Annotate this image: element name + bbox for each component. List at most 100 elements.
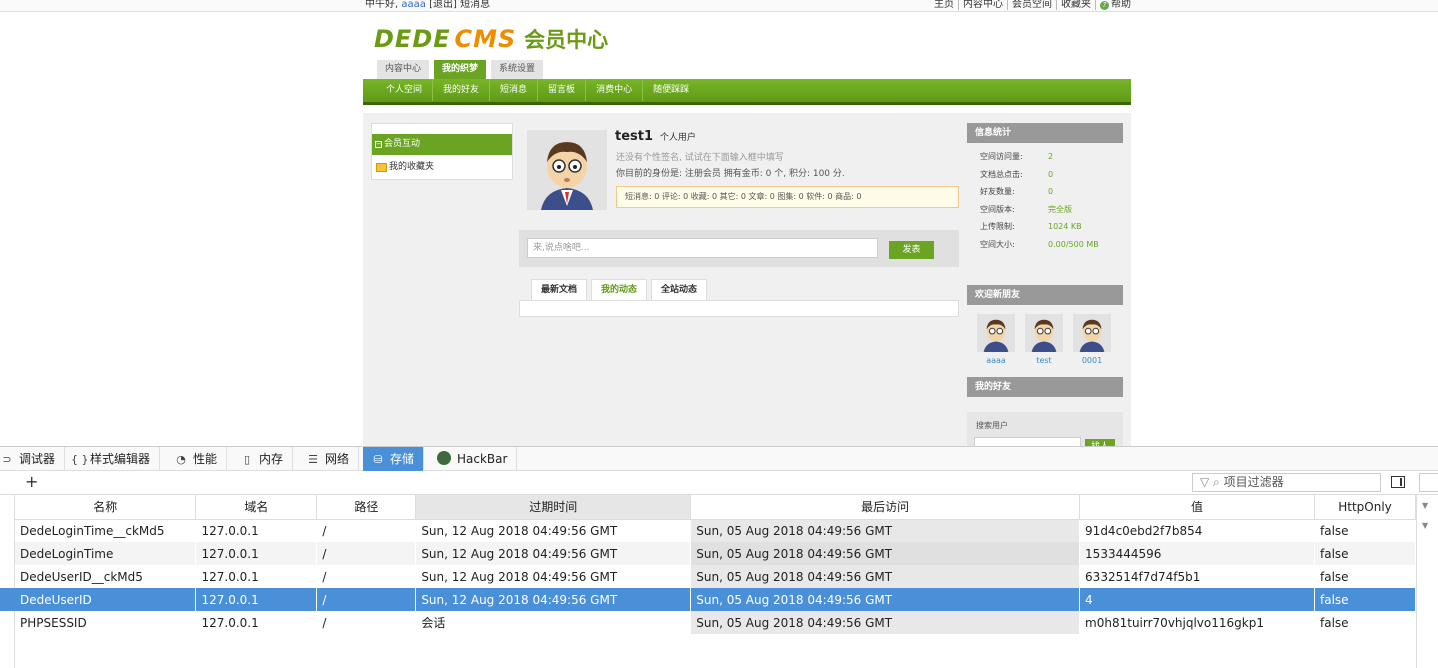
cell-last-accessed: Sun, 05 Aug 2018 04:49:56 GMT bbox=[690, 542, 1081, 565]
cell-path: / bbox=[316, 588, 417, 611]
status-input[interactable]: 来,说点啥吧... bbox=[527, 238, 878, 258]
stat-row: 空间版本: 完全版 bbox=[980, 204, 1123, 222]
tab-performance[interactable]: ◔ 性能 bbox=[166, 447, 228, 471]
cell-httponly: false bbox=[1314, 542, 1417, 565]
tab-style-editor[interactable]: { } 样式编辑器 bbox=[63, 447, 161, 471]
top-link-favorites[interactable]: 收藏夹 bbox=[1056, 0, 1095, 10]
expand-icon[interactable]: ▼ bbox=[1422, 501, 1428, 510]
table-row[interactable]: PHPSESSID 127.0.0.1 / 会话 Sun, 05 Aug 201… bbox=[15, 611, 1417, 634]
tab-label: 存储 bbox=[390, 452, 415, 466]
messages-link[interactable]: 短消息 bbox=[460, 0, 490, 10]
stat-label: 好友数量: bbox=[980, 187, 1015, 197]
folder-icon bbox=[376, 163, 387, 172]
cell-expires: Sun, 12 Aug 2018 04:49:56 GMT bbox=[415, 588, 692, 611]
filter-input[interactable]: ▽ ⌕ 项目过滤器 bbox=[1192, 473, 1381, 492]
friend-name[interactable]: test bbox=[1025, 356, 1063, 365]
menu-item-label: 我的收藏夹 bbox=[389, 162, 435, 172]
col-value[interactable]: 值 bbox=[1079, 495, 1315, 520]
expand-icon[interactable]: ▼ bbox=[1422, 521, 1428, 530]
tab-label: 性能 bbox=[193, 452, 218, 466]
publish-button[interactable]: 发表 bbox=[889, 241, 934, 259]
main-tabs: 内容中心 我的织梦 系统设置 bbox=[377, 60, 548, 79]
menu-member-interaction[interactable]: − 会员互动 bbox=[372, 134, 512, 155]
sidebar-toggle-icon[interactable] bbox=[1391, 476, 1405, 488]
avatar[interactable] bbox=[527, 130, 607, 210]
profile-signature: 还没有个性签名, 试试在下面输入框中填写 bbox=[616, 153, 784, 163]
top-link-help[interactable]: ? 帮助 bbox=[1095, 0, 1135, 10]
top-link-home[interactable]: 主页 bbox=[930, 0, 958, 10]
right-sidebar: 信息统计 空间访问量: 2 文档总点击: 0 好友数量: 0 空间版本: 完全版 上传限… bbox=[967, 123, 1123, 464]
subnav-guestbook[interactable]: 留言板 bbox=[538, 79, 587, 101]
subnav-consumption[interactable]: 消费中心 bbox=[586, 79, 644, 101]
friend-name[interactable]: aaaa bbox=[977, 356, 1015, 365]
top-links: 主页 内容中心 会员空间 收藏夹? 帮助 bbox=[930, 0, 1135, 10]
tab-debugger[interactable]: ⊃ 调试器 bbox=[0, 447, 66, 471]
subnav-messages[interactable]: 短消息 bbox=[490, 79, 539, 101]
username-link[interactable]: aaaa bbox=[401, 0, 426, 10]
stat-value: 完全版 bbox=[1048, 204, 1072, 214]
sub-navigation: 个人空间 我的好友 短消息 留言板 消费中心 随便踩踩 bbox=[363, 79, 1131, 105]
tab-storage[interactable]: ⛁ 存储 bbox=[363, 447, 425, 471]
tab-hackbar[interactable]: HackBar bbox=[429, 447, 518, 471]
friend-card[interactable]: aaaa bbox=[977, 314, 1015, 365]
cell-name: DedeLoginTime__ckMd5 bbox=[15, 519, 197, 542]
tab-label: HackBar bbox=[457, 452, 508, 466]
table-row-selected[interactable]: DedeUserID 127.0.0.1 / Sun, 12 Aug 2018 … bbox=[15, 588, 1417, 611]
subnav-my-friends[interactable]: 我的好友 bbox=[433, 79, 491, 101]
col-httponly[interactable]: HttpOnly bbox=[1314, 495, 1417, 520]
stat-label: 空间访问量: bbox=[980, 152, 1023, 161]
friend-card[interactable]: 0001 bbox=[1073, 314, 1111, 365]
cell-value: 91d4c0ebd2f7b854 bbox=[1079, 519, 1315, 542]
debugger-icon: ⊃ bbox=[2, 453, 12, 466]
info-stats: 空间访问量: 2 文档总点击: 0 好友数量: 0 空间版本: 完全版 上传限制: 102… bbox=[967, 143, 1123, 285]
tab-my-dream[interactable]: 我的织梦 bbox=[434, 60, 487, 79]
cell-last-accessed: Sun, 05 Aug 2018 04:49:56 GMT bbox=[690, 519, 1081, 542]
sidebar-filter-input[interactable] bbox=[1419, 473, 1438, 492]
help-icon: ? bbox=[1100, 1, 1109, 10]
cell-domain: 127.0.0.1 bbox=[195, 588, 318, 611]
col-name[interactable]: 名称 bbox=[15, 495, 197, 520]
stat-value: 1024 KB bbox=[1048, 222, 1082, 232]
my-friends-title: 我的好友 bbox=[967, 377, 1123, 397]
top-link-content[interactable]: 内容中心 bbox=[958, 0, 1007, 10]
stat-row: 文档总点击: 0 bbox=[980, 169, 1123, 187]
col-path[interactable]: 路径 bbox=[316, 495, 417, 520]
logo[interactable]: DEDE CMS 会员中心 bbox=[374, 24, 608, 53]
avatar bbox=[1025, 314, 1063, 352]
feed-tabs: 最新文档 我的动态 全站动态 bbox=[531, 279, 711, 300]
cell-value: 4 bbox=[1079, 588, 1315, 611]
cell-value: m0h81tuirr70vhjqlvo116gkp1 bbox=[1079, 611, 1315, 634]
tab-my-activity[interactable]: 我的动态 bbox=[591, 279, 648, 300]
tab-memory[interactable]: ▯ 内存 bbox=[232, 447, 294, 471]
tab-label: 网络 bbox=[325, 452, 350, 466]
menu-item-favorites[interactable]: 我的收藏夹 bbox=[372, 155, 512, 179]
add-item-icon[interactable]: + bbox=[25, 472, 38, 491]
profile-stats: 短消息: 0 评论: 0 收藏: 0 其它: 0 文章: 0 图集: 0 软件:… bbox=[616, 186, 959, 208]
friend-name[interactable]: 0001 bbox=[1073, 356, 1111, 365]
tab-network[interactable]: ☰ 网络 bbox=[298, 447, 360, 471]
tab-system-settings[interactable]: 系统设置 bbox=[491, 60, 544, 79]
storage-toolbar: + ▽ ⌕ 项目过滤器 bbox=[0, 471, 1438, 495]
table-row[interactable]: DedeLoginTime__ckMd5 127.0.0.1 / Sun, 12… bbox=[15, 519, 1417, 542]
subnav-personal-space[interactable]: 个人空间 bbox=[376, 79, 434, 101]
tab-site-activity[interactable]: 全站动态 bbox=[651, 279, 708, 300]
subnav-random-visit[interactable]: 随便踩踩 bbox=[643, 79, 699, 101]
tab-content-center[interactable]: 内容中心 bbox=[377, 60, 430, 79]
tab-latest-docs[interactable]: 最新文档 bbox=[531, 279, 588, 300]
stat-row: 空间大小: 0.00/500 MB bbox=[980, 239, 1123, 257]
cell-name: DedeLoginTime bbox=[15, 542, 197, 565]
stat-row: 上传限制: 1024 KB bbox=[980, 221, 1123, 239]
logout-link[interactable]: [退出] bbox=[429, 0, 457, 10]
col-expires[interactable]: 过期时间 bbox=[415, 495, 692, 520]
cell-expires: 会话 bbox=[415, 611, 692, 634]
cell-last-accessed: Sun, 05 Aug 2018 04:49:56 GMT bbox=[690, 588, 1081, 611]
table-row[interactable]: DedeLoginTime 127.0.0.1 / Sun, 12 Aug 20… bbox=[15, 542, 1417, 565]
new-friends-title: 欢迎新朋友 bbox=[967, 285, 1123, 305]
friend-card[interactable]: test bbox=[1025, 314, 1063, 365]
cell-path: / bbox=[316, 519, 417, 542]
top-link-space[interactable]: 会员空间 bbox=[1007, 0, 1056, 10]
table-row[interactable]: DedeUserID__ckMd5 127.0.0.1 / Sun, 12 Au… bbox=[15, 565, 1417, 588]
col-last-accessed[interactable]: 最后访问 bbox=[690, 495, 1081, 520]
col-domain[interactable]: 域名 bbox=[195, 495, 318, 520]
cell-name: DedeUserID__ckMd5 bbox=[15, 565, 197, 588]
